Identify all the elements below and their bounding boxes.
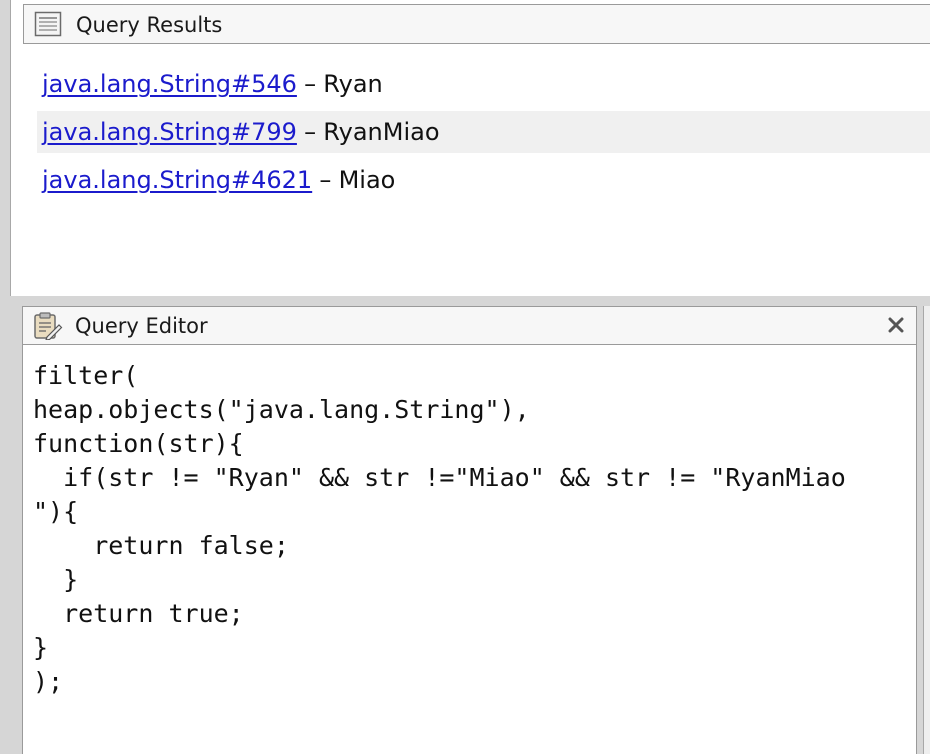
result-value: RyanMiao [323, 118, 440, 146]
result-object-link[interactable]: java.lang.String#799 [42, 118, 297, 146]
result-object-link[interactable]: java.lang.String#546 [42, 70, 297, 98]
result-row: java.lang.String#4621– Miao [37, 159, 930, 201]
result-separator: – [304, 70, 317, 98]
query-results-header: Query Results [23, 4, 930, 44]
result-row: java.lang.String#799– RyanMiao [37, 111, 930, 153]
results-list-icon [34, 11, 62, 37]
query-editor-title: Query Editor [75, 314, 208, 338]
query-results-title: Query Results [76, 13, 223, 37]
result-separator: – [304, 118, 317, 146]
query-editor-panel: Query Editor filter( heap.objects("java.… [22, 306, 917, 754]
app-window: Query Results java.lang.String#546– Ryan … [0, 0, 930, 754]
result-value: Ryan [323, 70, 383, 98]
result-separator: – [319, 166, 332, 194]
query-editor-header: Query Editor [23, 307, 916, 345]
result-object-link[interactable]: java.lang.String#4621 [42, 166, 312, 194]
query-results-panel: Query Results java.lang.String#546– Ryan … [10, 0, 930, 296]
clipboard-edit-icon [33, 312, 63, 341]
query-code-editor[interactable]: filter( heap.objects("java.lang.String")… [33, 359, 846, 699]
result-row: java.lang.String#546– Ryan [37, 63, 930, 105]
result-value: Miao [338, 166, 396, 194]
close-icon[interactable] [886, 315, 906, 335]
side-panel-edge [923, 306, 930, 754]
